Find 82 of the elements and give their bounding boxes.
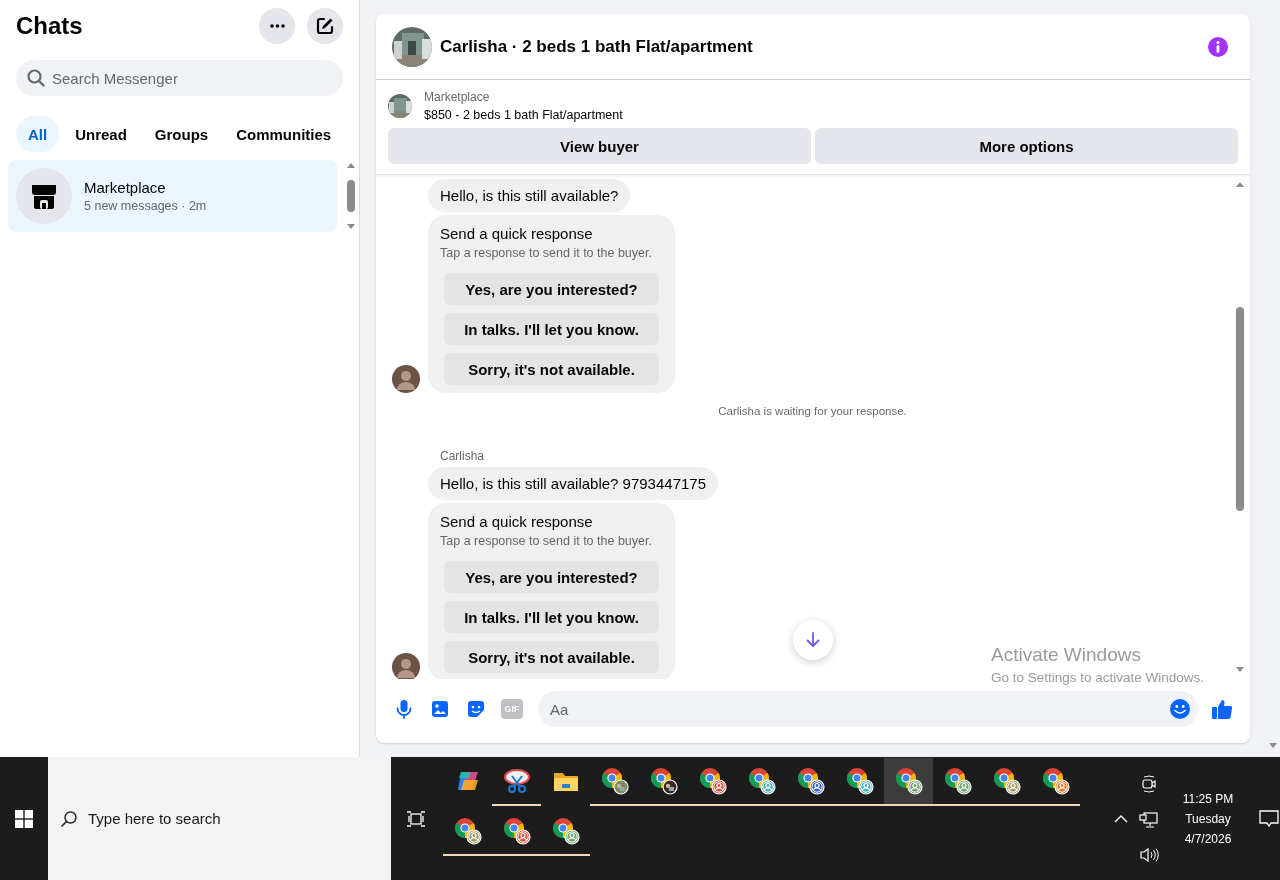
scissors-icon	[502, 768, 531, 794]
sticker-icon	[466, 699, 486, 719]
taskbar-search-field[interactable]: Type here to search	[48, 757, 391, 880]
search-icon	[26, 68, 46, 88]
quick-response-title: Send a quick response	[440, 513, 594, 530]
compose-button[interactable]	[307, 8, 343, 44]
message-bubble: Hello, is this still available?	[428, 179, 631, 212]
network-icon[interactable]	[1139, 810, 1159, 829]
clock-time: 11:25 PM	[1182, 791, 1234, 806]
quick-response-button[interactable]: In talks. I'll let you know.	[444, 601, 659, 633]
quick-response-button[interactable]: In talks. I'll let you know.	[444, 313, 659, 345]
filter-tab[interactable]: Communities	[224, 116, 344, 152]
taskbar-app[interactable]	[884, 758, 933, 806]
browser-icon	[1040, 766, 1071, 796]
quick-response-button[interactable]: Sorry, it's not available.	[444, 353, 659, 385]
scrollbar-thumb[interactable]	[347, 180, 355, 212]
user-avatar	[392, 365, 420, 393]
sender-name: Carlisha	[440, 449, 484, 463]
quick-response-button[interactable]: Yes, are you interested?	[444, 561, 659, 593]
conversation-name: Marketplace	[84, 179, 167, 196]
activation-notice-text: Go to Settings to activate Windows.	[991, 670, 1205, 685]
browser-icon	[648, 766, 679, 796]
filter-tab[interactable]: Groups	[142, 116, 221, 152]
message-field[interactable]: Aa	[538, 691, 1198, 727]
filter-tab[interactable]: All	[16, 116, 60, 152]
more-icon	[269, 24, 285, 28]
scroll-down-button[interactable]	[793, 620, 833, 660]
sidebar-title: Chats	[16, 12, 83, 40]
compose-icon	[315, 16, 335, 36]
clock-date: 4/7/2026	[1184, 831, 1232, 846]
listing-source: Marketplace	[424, 90, 491, 104]
conversation-preview: 5 new messages · 2m	[84, 199, 207, 213]
browser-icon	[550, 816, 581, 846]
browser-icon	[501, 816, 532, 846]
emoji-icon[interactable]	[1170, 699, 1190, 719]
filter-tab[interactable]: Unread	[63, 116, 139, 152]
scroll-down-arrow-icon[interactable]	[1268, 743, 1278, 749]
browser-icon	[844, 766, 875, 796]
quick-response-button[interactable]: Yes, are you interested?	[444, 273, 659, 305]
browser-icon	[991, 766, 1022, 796]
browser-icon	[893, 766, 924, 796]
arrow-up-icon[interactable]	[346, 162, 356, 168]
clock[interactable]: 11:25 PM Tuesday 4/7/2026	[1173, 791, 1243, 846]
info-button[interactable]	[1208, 36, 1228, 57]
chat-title: Carlisha · 2 beds 1 bath Flat/apartment	[440, 36, 754, 57]
notification-icon[interactable]	[1259, 809, 1279, 828]
more-button[interactable]	[259, 8, 295, 44]
browser-icon	[697, 766, 728, 796]
browser-icon	[599, 766, 630, 796]
image-icon	[430, 699, 450, 719]
action-button[interactable]: More options	[815, 128, 1238, 164]
browser-icon	[795, 766, 826, 796]
listing-summary: $850 - 2 beds 1 bath Flat/apartment	[424, 108, 623, 122]
status-text: Carlisha is waiting for your response.	[718, 405, 907, 417]
user-avatar	[392, 653, 420, 679]
browser-icon	[746, 766, 777, 796]
folder-icon	[552, 770, 579, 792]
quick-response-hint: Tap a response to send it to the buyer.	[440, 246, 653, 260]
camera-icon[interactable]	[1140, 774, 1158, 793]
quick-response-title: Send a quick response	[440, 225, 594, 242]
arrow-down-icon	[804, 631, 822, 649]
conversation-item[interactable]: Marketplace 5 new messages · 2m	[8, 160, 337, 232]
windows-icon	[15, 809, 33, 828]
info-icon	[1208, 36, 1228, 57]
task-view-icon	[406, 809, 426, 828]
quick-response-button[interactable]: Sorry, it's not available.	[444, 641, 659, 673]
search-field[interactable]: Search Messenger	[16, 60, 343, 96]
microphone-icon	[394, 699, 414, 719]
clock-day: Tuesday	[1185, 811, 1231, 826]
arrow-down-icon[interactable]	[346, 224, 356, 230]
browser-icon	[452, 816, 483, 846]
quick-response-hint: Tap a response to send it to the buyer.	[440, 534, 653, 548]
message-bubble: Hello, is this still available? 9793447175	[428, 467, 718, 500]
browser-icon	[942, 766, 973, 796]
action-button[interactable]: View buyer	[388, 128, 811, 164]
activation-notice-title: Activate Windows	[991, 644, 1142, 666]
search-icon	[60, 810, 78, 828]
thumbs-up-icon	[1211, 698, 1233, 720]
speaker-icon[interactable]	[1139, 846, 1159, 863]
arrow-up-icon[interactable]	[1235, 181, 1245, 187]
arrow-down-icon[interactable]	[1235, 667, 1245, 673]
scrollbar-thumb[interactable]	[1236, 307, 1244, 511]
